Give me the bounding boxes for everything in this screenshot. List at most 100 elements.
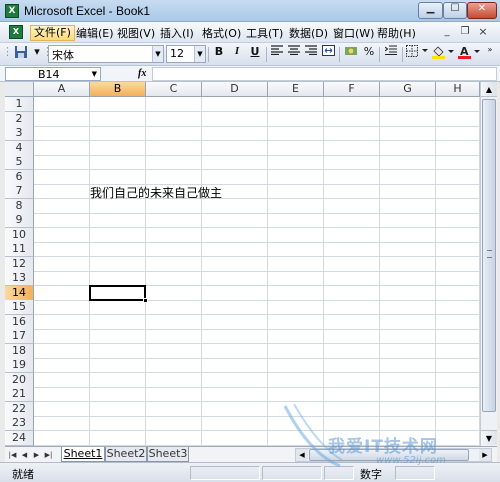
formula-input[interactable]: [152, 67, 497, 81]
select-all-corner[interactable]: [5, 82, 34, 97]
scroll-right-icon[interactable]: ▶: [479, 449, 491, 461]
percent-style-button[interactable]: %: [360, 45, 378, 63]
row-header-20[interactable]: 20: [5, 372, 34, 388]
row-header-18[interactable]: 18: [5, 343, 34, 359]
prev-sheet-icon[interactable]: ◀: [19, 448, 30, 462]
toolbar-overflow-icon[interactable]: »: [484, 45, 496, 63]
row-header-21[interactable]: 21: [5, 387, 34, 402]
fill-color-icon[interactable]: [431, 45, 455, 63]
align-left-icon[interactable]: [268, 45, 286, 63]
borders-icon[interactable]: [405, 45, 429, 63]
row-header-23[interactable]: 23: [5, 416, 34, 431]
column-header-h[interactable]: H: [436, 82, 480, 97]
first-sheet-icon[interactable]: |◀: [7, 448, 18, 462]
merge-center-icon[interactable]: [319, 45, 337, 63]
vertical-scrollbar[interactable]: ▲ ▼: [480, 82, 497, 446]
minimize-button[interactable]: ▁: [418, 2, 443, 19]
status-panel: [324, 466, 354, 480]
menu-format[interactable]: 格式(O): [199, 25, 244, 41]
menu-insert[interactable]: 插入(I): [157, 25, 197, 41]
menu-file[interactable]: 文件(F): [30, 25, 75, 41]
row-header-1[interactable]: 1: [5, 97, 34, 112]
row-header-9[interactable]: 9: [5, 213, 34, 228]
worksheet-grid[interactable]: ABCDEFGH 1 2 3 4 5 6 7 8 9 10 11 12 13 14 15 16 17 18 19 20…: [5, 82, 480, 446]
row-header-11[interactable]: 11: [5, 242, 34, 257]
workbook-restore-icon[interactable]: ❐: [458, 25, 472, 39]
align-center-icon[interactable]: [285, 45, 303, 63]
vertical-scroll-thumb[interactable]: [482, 99, 496, 412]
toolbar-options-icon[interactable]: ▾: [32, 45, 42, 63]
close-button[interactable]: ✕: [467, 2, 497, 19]
chevron-down-icon[interactable]: ▼: [194, 46, 205, 62]
name-box[interactable]: B14 ▼: [5, 67, 101, 81]
row-header-13[interactable]: 13: [5, 271, 34, 286]
row-header-17[interactable]: 17: [5, 329, 34, 344]
last-sheet-icon[interactable]: ▶|: [43, 448, 54, 462]
row-header-24[interactable]: 24: [5, 430, 34, 446]
toolbar-separator: [402, 47, 403, 62]
scroll-up-icon[interactable]: ▲: [481, 82, 497, 97]
status-ready: 就绪: [12, 468, 34, 481]
cell-b7[interactable]: 我们自己的未来自己做主: [90, 184, 222, 200]
italic-button[interactable]: I: [228, 45, 246, 63]
font-name-select[interactable]: 宋体 ▼: [48, 45, 164, 63]
row-header-6[interactable]: 6: [5, 169, 34, 185]
column-header-b[interactable]: B: [90, 82, 146, 97]
sheet-tab-sheet2[interactable]: Sheet2: [105, 447, 147, 462]
scroll-left-icon[interactable]: ◀: [296, 449, 308, 461]
scroll-down-icon[interactable]: ▼: [481, 430, 497, 445]
title-bar[interactable]: X Microsoft Excel - Book1 ▁ ☐ ✕: [0, 0, 500, 22]
row-header-7[interactable]: 7: [5, 184, 34, 199]
gridline-horizontal: [34, 227, 480, 228]
currency-style-icon[interactable]: [342, 45, 360, 63]
row-header-2[interactable]: 2: [5, 111, 34, 127]
underline-button[interactable]: U: [246, 45, 264, 63]
row-header-8[interactable]: 8: [5, 198, 34, 214]
insert-function-icon[interactable]: fx: [138, 66, 146, 81]
menu-help[interactable]: 帮助(H): [374, 25, 419, 41]
chevron-down-icon[interactable]: ▼: [152, 46, 163, 62]
menu-tools[interactable]: 工具(T): [243, 25, 286, 41]
active-cell-b14[interactable]: [89, 285, 146, 301]
chevron-down-icon[interactable]: ▼: [92, 68, 97, 81]
excel-app-icon[interactable]: X: [5, 4, 19, 18]
font-color-icon[interactable]: A: [457, 45, 481, 63]
gridline-horizontal: [34, 169, 480, 170]
row-header-4[interactable]: 4: [5, 140, 34, 156]
column-header-d[interactable]: D: [202, 82, 268, 97]
sheet-tab-sheet1[interactable]: Sheet1: [61, 447, 105, 462]
sheet-tab-sheet3[interactable]: Sheet3: [147, 447, 189, 462]
workbook-icon[interactable]: X: [9, 25, 23, 39]
row-header-3[interactable]: 3: [5, 126, 34, 141]
window-title: Microsoft Excel - Book1: [24, 4, 151, 18]
bold-button[interactable]: B: [210, 45, 228, 63]
row-header-14[interactable]: 14: [5, 285, 34, 301]
gridline-horizontal: [34, 415, 480, 417]
row-header-22[interactable]: 22: [5, 401, 34, 417]
row-header-12[interactable]: 12: [5, 256, 34, 272]
next-sheet-icon[interactable]: ▶: [31, 448, 42, 462]
workbook-minimize-icon[interactable]: _: [440, 25, 454, 39]
indent-icon[interactable]: [382, 45, 400, 63]
row-header-15[interactable]: 15: [5, 300, 34, 315]
menu-window[interactable]: 窗口(W): [330, 25, 377, 41]
menu-edit[interactable]: 编辑(E): [73, 25, 117, 41]
toolbar-grip-icon[interactable]: ⋮: [2, 45, 13, 63]
column-header-c[interactable]: C: [146, 82, 202, 97]
row-header-19[interactable]: 19: [5, 358, 34, 373]
column-header-a[interactable]: A: [34, 82, 90, 97]
menu-data[interactable]: 数据(D): [286, 25, 331, 41]
row-header-16[interactable]: 16: [5, 314, 34, 330]
column-header-g[interactable]: G: [380, 82, 436, 97]
font-size-select[interactable]: 12 ▼: [166, 45, 206, 63]
align-right-icon[interactable]: [302, 45, 320, 63]
menu-view[interactable]: 视图(V): [114, 25, 158, 41]
row-header-10[interactable]: 10: [5, 227, 34, 243]
fill-handle[interactable]: [143, 298, 148, 303]
workbook-close-icon[interactable]: ×: [476, 25, 490, 39]
column-header-e[interactable]: E: [268, 82, 324, 97]
column-header-f[interactable]: F: [324, 82, 380, 97]
save-icon[interactable]: [12, 45, 30, 63]
maximize-button[interactable]: ☐: [443, 2, 467, 19]
row-header-5[interactable]: 5: [5, 155, 34, 170]
